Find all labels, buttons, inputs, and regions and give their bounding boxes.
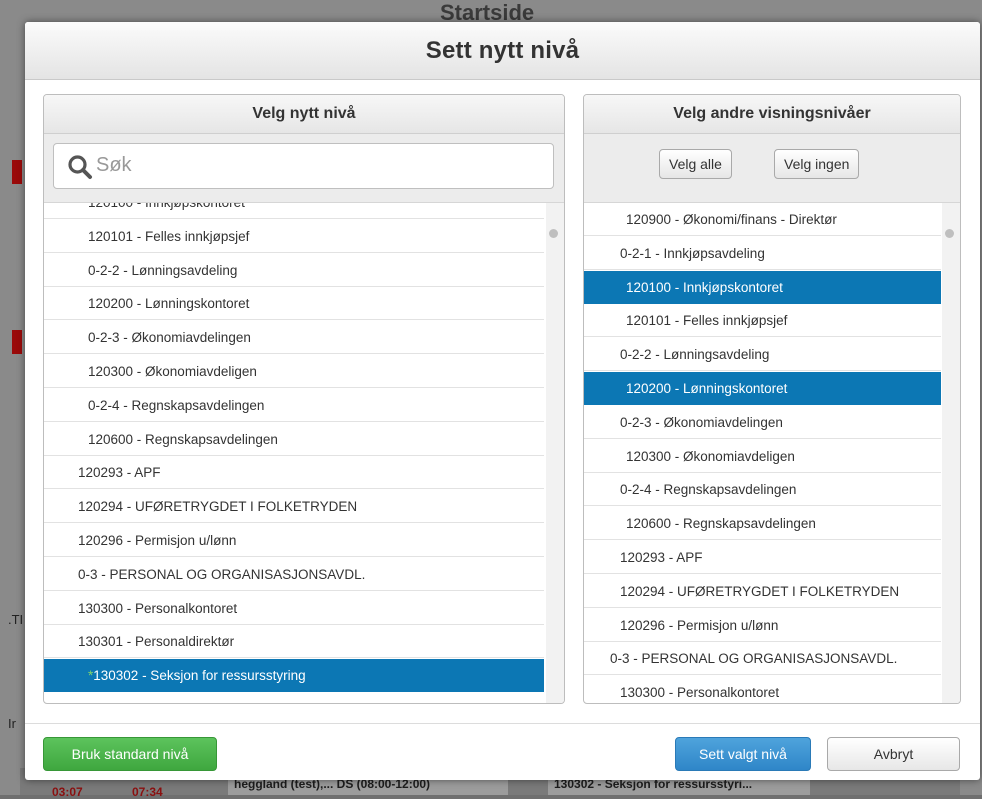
list-item-label: 120101 - Felles innkjøpsjef xyxy=(626,313,788,329)
list-item-label: 120296 - Permisjon u/lønn xyxy=(620,617,779,633)
list-item[interactable]: 0-3 - PERSONAL OG ORGANISASJONSAVDL. xyxy=(584,642,941,676)
list-item-label: 0-2-1 - Innkjøpsavdeling xyxy=(620,245,765,261)
select-all-button[interactable]: Velg alle xyxy=(659,149,732,179)
search-area: Søk xyxy=(44,134,564,203)
list-item-label: 0-3 - PERSONAL OG ORGANISASJONSAVDL. xyxy=(610,651,898,667)
list-item[interactable]: 120296 - Permisjon u/lønn xyxy=(584,609,941,642)
list-item-label: 130301 - Personaldirektør xyxy=(78,634,235,650)
dialog-header: Sett nytt nivå xyxy=(25,22,980,80)
list-item-label: 130300 - Personalkontoret xyxy=(78,600,238,616)
list-item-label: 0-3 - PERSONAL OG ORGANISASJONSAVDL. xyxy=(78,566,366,582)
list-item[interactable]: 120300 - Økonomiavdeligen xyxy=(584,440,941,473)
list-item-label: 120294 - UFØRETRYGDET I FOLKETRYDEN xyxy=(620,583,900,599)
list-item[interactable]: 0-2-4 - Regnskapsavdelingen xyxy=(584,473,941,507)
list-item[interactable]: 130300 - Personalkontoret xyxy=(44,592,544,625)
list-item[interactable]: 120900 - Økonomi/finans - Direktør xyxy=(584,203,941,236)
list-item-label: 120900 - Økonomi/finans - Direktør xyxy=(626,212,837,227)
other-levels-list: 120900 - Økonomi/finans - Direktør 0-2-1 … xyxy=(584,203,960,703)
background-text-fragment: .TI xyxy=(8,612,24,627)
list-item-label: 120200 - Lønningskontoret xyxy=(626,381,788,396)
list-item[interactable]: 120294 - UFØRETRYGDET I FOLKETRYDEN xyxy=(44,490,544,524)
background-time: 07:34 xyxy=(132,785,163,799)
select-none-button[interactable]: Velg ingen xyxy=(774,149,860,179)
list-item[interactable]: 0-2-1 - Innkjøpsavdeling xyxy=(584,237,941,270)
list-item-label: 120296 - Permisjon u/lønn xyxy=(78,533,237,548)
search-placeholder: Søk xyxy=(96,154,132,176)
list-item[interactable]: 120100 - Innkjøpskontoret xyxy=(44,203,544,219)
cancel-button[interactable]: Avbryt xyxy=(827,737,960,771)
list-item[interactable]: 120300 - Økonomiavdeligen xyxy=(44,355,544,388)
list-item-label: 0-2-4 - Regnskapsavdelingen xyxy=(88,397,265,413)
list-item[interactable]: 120200 - Lønningskontoret xyxy=(44,287,544,321)
use-default-level-button[interactable]: Bruk standard nivå xyxy=(43,737,217,771)
background-time: 03:07 xyxy=(52,785,83,799)
list-item-label: 0-2-4 - Regnskapsavdelingen xyxy=(620,482,797,498)
new-level-list: 120100 - Innkjøpskontoret 120101 - Felles… xyxy=(44,203,564,703)
list-item[interactable]: 130300 - Personalkontoret xyxy=(584,676,941,703)
list-item[interactable]: 120296 - Permisjon u/lønn xyxy=(44,524,544,557)
list-item-label: 0-2-2 - Lønningsavdeling xyxy=(620,347,770,363)
list-item[interactable]: 130301 - Personaldirektør xyxy=(44,625,544,659)
list-item[interactable]: *130302 - Seksjon for ressursstyring xyxy=(44,659,544,693)
list-item[interactable]: 0-2-3 - Økonomiavdelingen xyxy=(584,406,941,439)
list-item-label: 120300 - Økonomiavdeligen xyxy=(88,364,257,379)
list-item-label: 120100 - Innkjøpskontoret xyxy=(626,279,783,295)
search-input[interactable]: Søk xyxy=(53,143,554,189)
list-item[interactable]: 120101 - Felles innkjøpsjef xyxy=(44,220,544,253)
list-item[interactable]: 0-2-2 - Lønningsavdeling xyxy=(44,254,544,287)
list-item[interactable]: 0-2-4 - Regnskapsavdelingen xyxy=(44,389,544,422)
list-item[interactable]: 120294 - UFØRETRYGDET I FOLKETRYDEN xyxy=(584,575,941,608)
search-icon xyxy=(68,155,92,179)
list-item-label: 120300 - Økonomiavdeligen xyxy=(626,448,795,464)
new-level-panel-header: Velg nytt nivå xyxy=(44,95,564,134)
scrollbar-track[interactable] xyxy=(942,203,960,703)
list-item[interactable]: 120293 - APF xyxy=(584,541,941,574)
background-text-fragment: Ir xyxy=(8,716,16,731)
scrollbar-thumb[interactable] xyxy=(945,229,954,238)
list-item-label: 120200 - Lønningskontoret xyxy=(88,296,250,312)
list-item-label: 130302 - Seksjon for ressursstyring xyxy=(93,668,306,684)
list-item[interactable]: 0-3 - PERSONAL OG ORGANISASJONSAVDL. xyxy=(44,558,544,591)
list-item-label: 120600 - Regnskapsavdelingen xyxy=(626,516,816,532)
list-item[interactable]: 120100 - Innkjøpskontoret xyxy=(584,270,941,304)
set-level-dialog: Sett nytt nivå Velg nytt nivå Søk 120100… xyxy=(25,22,980,780)
list-item[interactable]: 0-2-3 - Økonomiavdelingen xyxy=(44,321,544,355)
list-item[interactable]: 0-2-2 - Lønningsavdeling xyxy=(584,338,941,372)
list-item[interactable]: 120293 - APF xyxy=(44,456,544,490)
list-item-label: 120294 - UFØRETRYGDET I FOLKETRYDEN xyxy=(78,499,358,515)
set-selected-level-button[interactable]: Sett valgt nivå xyxy=(675,737,811,771)
other-levels-panel-header: Velg andre visningsnivåer xyxy=(584,95,960,134)
list-item-label: 120100 - Innkjøpskontoret xyxy=(88,203,245,210)
list-item-label: 0-2-3 - Økonomiavdelingen xyxy=(88,330,251,346)
list-item-label: 120293 - APF xyxy=(620,550,703,565)
list-item-label: 120293 - APF xyxy=(78,465,161,481)
list-item-label: 120101 - Felles innkjøpsjef xyxy=(88,228,250,244)
footer-divider xyxy=(25,723,980,724)
new-level-panel: Velg nytt nivå Søk 120100 - Innkjøpskont… xyxy=(43,94,565,704)
background-red-marker xyxy=(12,330,22,354)
list-item-label: 130300 - Personalkontoret xyxy=(620,685,780,701)
list-item[interactable]: 120600 - Regnskapsavdelingen xyxy=(44,423,544,456)
list-item-label: 0-2-3 - Økonomiavdelingen xyxy=(620,414,783,430)
selection-buttons: Velg alle Velg ingen xyxy=(584,134,960,203)
list-item[interactable]: 120101 - Felles innkjøpsjef xyxy=(584,304,941,338)
scrollbar-track[interactable] xyxy=(546,203,564,703)
list-item[interactable]: 120200 - Lønningskontoret xyxy=(584,372,941,405)
list-item-label: 120600 - Regnskapsavdelingen xyxy=(88,431,278,447)
background-red-marker xyxy=(12,160,22,184)
list-item-label: 0-2-2 - Lønningsavdeling xyxy=(88,262,238,278)
list-item[interactable]: 120600 - Regnskapsavdelingen xyxy=(584,507,941,541)
scrollbar-thumb[interactable] xyxy=(549,229,558,238)
dialog-title: Sett nytt nivå xyxy=(425,37,580,64)
other-levels-panel: Velg andre visningsnivåer Velg alle Velg… xyxy=(583,94,961,704)
